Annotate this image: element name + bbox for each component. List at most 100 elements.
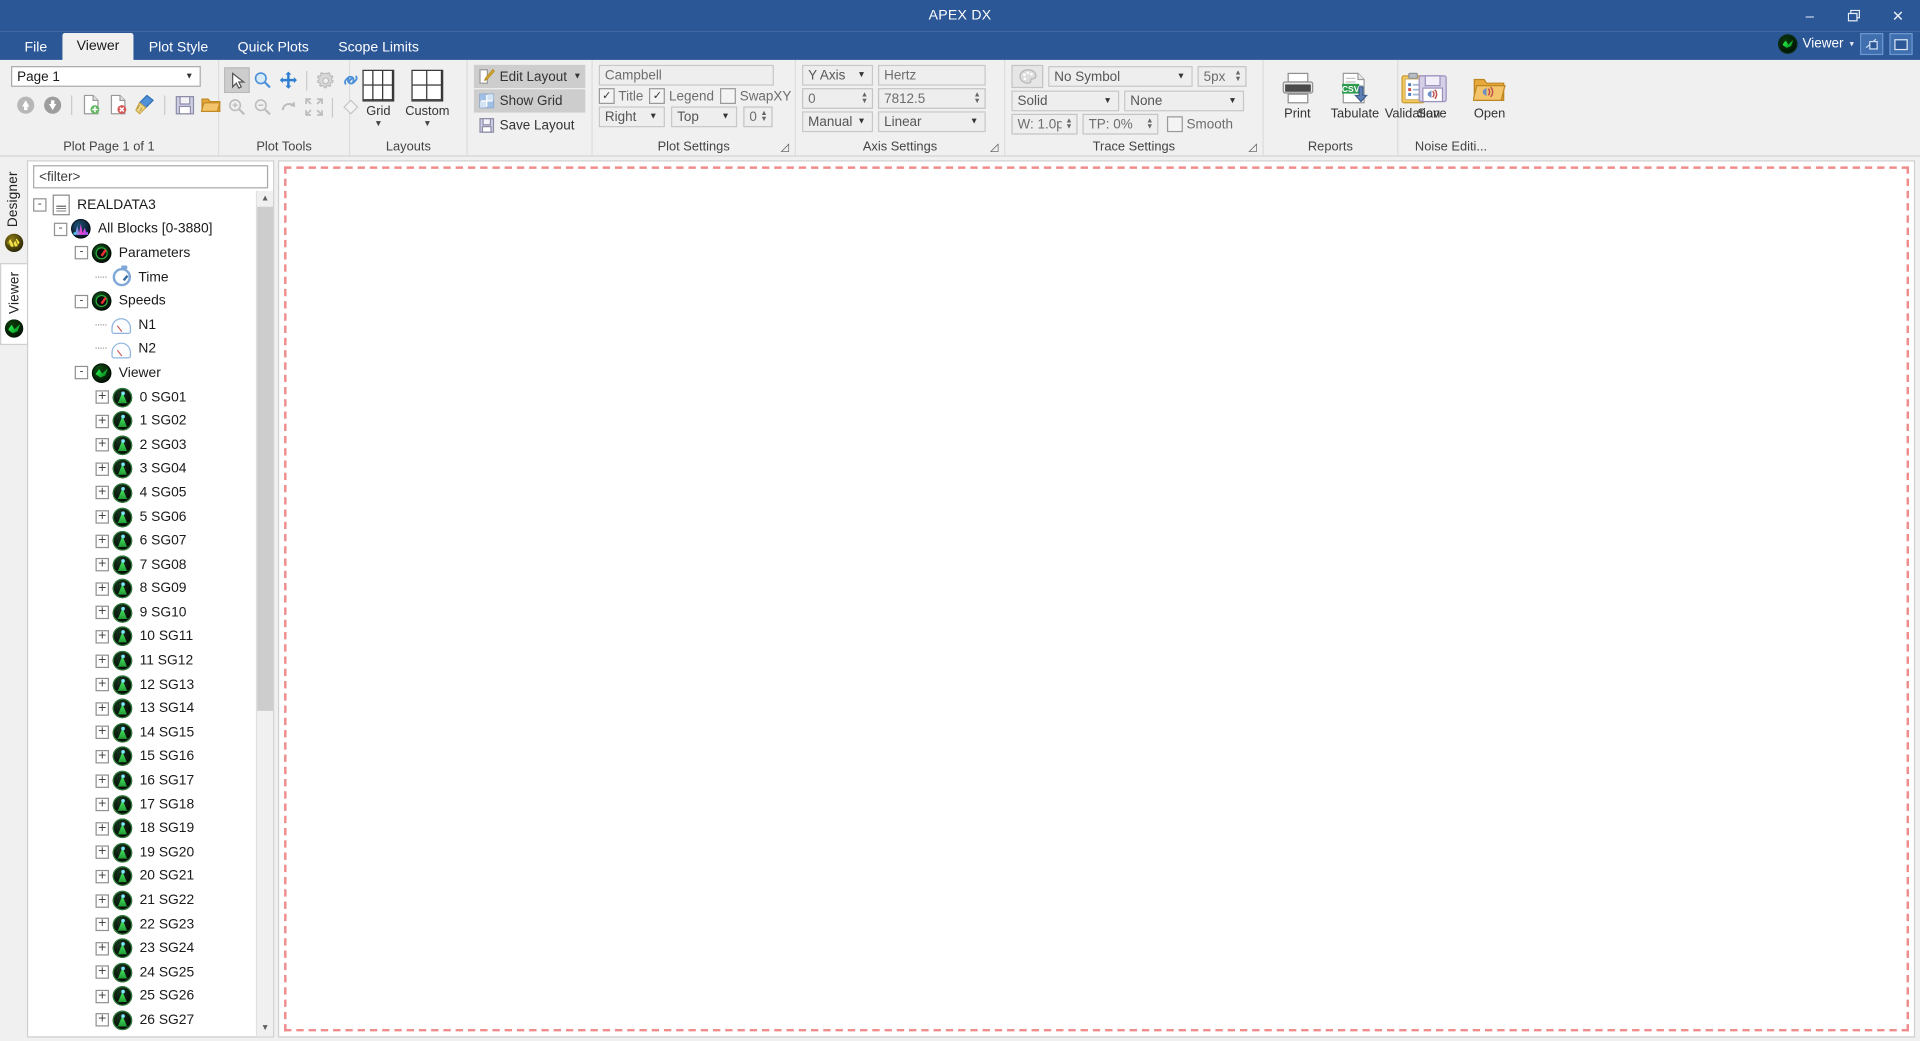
trace-fill-select[interactable]: None ▼: [1124, 90, 1245, 112]
trace-symbol-size-stepper[interactable]: 5px ▲ ▼: [1197, 66, 1247, 87]
tree-expander[interactable]: +: [95, 797, 109, 812]
stepper-arrows-icon[interactable]: ▲ ▼: [1142, 115, 1157, 133]
chevron-down-icon[interactable]: ▼: [181, 72, 197, 81]
plot-settings-dialog-launcher[interactable]: ◿: [779, 141, 791, 153]
tree-expander[interactable]: +: [95, 534, 109, 548]
stepper-arrows-icon[interactable]: ▲ ▼: [757, 108, 772, 126]
scroll-up-button[interactable]: ▲: [257, 190, 274, 207]
zoom-in-icon[interactable]: [225, 95, 248, 118]
zoom-tool-icon[interactable]: [251, 69, 274, 92]
axis-max-stepper[interactable]: 7812.5 ▲ ▼: [877, 88, 986, 109]
plot-canvas-container[interactable]: [277, 160, 1916, 1038]
chevron-down-icon[interactable]: ▼: [853, 117, 869, 126]
tree-expander[interactable]: +: [95, 510, 109, 524]
minimize-button[interactable]: –: [1788, 0, 1832, 32]
tree-node[interactable]: +14 SG15: [33, 721, 256, 745]
tree-expander[interactable]: +: [95, 390, 109, 404]
plot-title-input[interactable]: Campbell: [598, 64, 774, 86]
tree-node[interactable]: +15 SG16: [33, 745, 256, 769]
tree-expander[interactable]: +: [95, 845, 109, 860]
tree-node[interactable]: +6 SG07: [33, 529, 256, 553]
tree-node[interactable]: - REALDATA3: [33, 193, 256, 217]
tree-node[interactable]: - Parameters: [33, 241, 256, 265]
empty-plot-frame[interactable]: [284, 166, 1909, 1032]
chevron-down-icon[interactable]: ▼: [374, 120, 382, 129]
show-grid-button[interactable]: Show Grid: [473, 89, 586, 113]
tree-node[interactable]: +18 SG19: [33, 817, 256, 841]
trace-settings-dialog-launcher[interactable]: ◿: [1247, 141, 1259, 153]
scroll-down-button[interactable]: ▼: [257, 1020, 274, 1037]
tree-node[interactable]: +17 SG18: [33, 793, 256, 817]
axis-units-input[interactable]: Hertz: [877, 64, 986, 86]
ribbon-help-button[interactable]: [1860, 33, 1884, 56]
tree-node[interactable]: +11 SG12: [33, 649, 256, 673]
chevron-down-icon[interactable]: ▾: [1850, 39, 1854, 49]
tree-node[interactable]: +26 SG27: [33, 1008, 256, 1032]
tree-expander[interactable]: -: [74, 294, 89, 308]
tree-expander[interactable]: +: [95, 414, 109, 428]
legend-offset-stepper[interactable]: 0 ▲ ▼: [743, 106, 773, 128]
legend-horizontal-select[interactable]: Right ▼: [598, 106, 665, 128]
tree-expander[interactable]: +: [95, 749, 109, 764]
tree-node[interactable]: +5 SG06: [33, 505, 256, 529]
tree-node[interactable]: +4 SG05: [33, 481, 256, 505]
tree-node[interactable]: - Viewer: [33, 361, 256, 385]
tree-node[interactable]: +9 SG10: [33, 601, 256, 625]
zoom-out-icon[interactable]: [251, 95, 274, 118]
chevron-down-icon[interactable]: ▼: [573, 72, 581, 81]
axis-scale-type-select[interactable]: Linear ▼: [877, 111, 986, 133]
tree-node[interactable]: Time: [33, 265, 256, 289]
tree-expander[interactable]: +: [95, 606, 109, 620]
axis-min-stepper[interactable]: 0 ▲ ▼: [802, 88, 874, 109]
trace-line-style-select[interactable]: Solid ▼: [1011, 90, 1120, 112]
grid-layout-button[interactable]: Grid ▼: [356, 67, 400, 128]
trace-width-stepper[interactable]: W: 1.0px ▲▼: [1011, 113, 1078, 135]
custom-layout-button[interactable]: Custom ▼: [405, 67, 450, 129]
tree-expander[interactable]: +: [95, 965, 109, 980]
tree-expander[interactable]: +: [95, 821, 109, 836]
stepper-arrows-icon[interactable]: ▲ ▼: [1062, 115, 1077, 133]
move-page-up-icon[interactable]: [13, 93, 36, 116]
tree-expander[interactable]: +: [95, 678, 109, 692]
tree-expander[interactable]: -: [74, 366, 89, 380]
tab-file[interactable]: File: [10, 35, 62, 59]
title-checkbox[interactable]: ✓ Title: [598, 88, 643, 104]
tree-expander[interactable]: +: [95, 989, 109, 1004]
chevron-down-icon[interactable]: ▼: [645, 113, 661, 122]
tree-node[interactable]: +24 SG25: [33, 960, 256, 984]
tree-expander[interactable]: +: [95, 893, 109, 908]
tree-expander[interactable]: +: [95, 725, 109, 740]
tree-node[interactable]: +2 SG03: [33, 433, 256, 457]
tree-node[interactable]: +3 SG04: [33, 457, 256, 481]
side-tab-designer[interactable]: Designer: [0, 164, 27, 258]
trace-symbol-select[interactable]: No Symbol ▼: [1048, 66, 1193, 87]
add-page-icon[interactable]: [80, 93, 103, 116]
legend-checkbox[interactable]: ✓ Legend: [649, 88, 714, 104]
tree-node[interactable]: +10 SG11: [33, 625, 256, 649]
tree-expander[interactable]: +: [95, 486, 109, 500]
chevron-down-icon[interactable]: ▼: [853, 71, 869, 80]
tree-node[interactable]: +20 SG21: [33, 865, 256, 889]
tree-node[interactable]: +0 SG01: [33, 385, 256, 409]
chevron-down-icon[interactable]: ▼: [1225, 97, 1241, 106]
tree-expander[interactable]: +: [95, 869, 109, 884]
stepper-arrows-icon[interactable]: ▲ ▼: [857, 89, 872, 107]
tree-expander[interactable]: +: [95, 773, 109, 788]
close-button[interactable]: ✕: [1876, 0, 1920, 32]
tree-node[interactable]: +22 SG23: [33, 913, 256, 937]
tree-node[interactable]: +23 SG24: [33, 936, 256, 960]
tree-expander[interactable]: +: [95, 654, 109, 668]
noise-open-button[interactable]: Open: [1462, 65, 1517, 121]
scrollbar-thumb[interactable]: [257, 206, 274, 712]
axis-scale-mode-select[interactable]: Manual ▼: [802, 111, 874, 133]
trace-color-palette-button[interactable]: [1011, 64, 1044, 89]
edit-layout-button[interactable]: Edit Layout ▼: [473, 64, 586, 89]
tree-node[interactable]: +7 SG08: [33, 553, 256, 577]
tree-expander[interactable]: -: [74, 246, 89, 260]
chevron-down-icon[interactable]: ▼: [1173, 72, 1189, 81]
tree-vertical-scrollbar[interactable]: ▲ ▼: [255, 190, 274, 1037]
save-layout-button[interactable]: Save Layout: [474, 114, 585, 137]
chevron-down-icon[interactable]: ▼: [423, 120, 431, 129]
tree-node[interactable]: N1: [33, 313, 256, 337]
tree-expander[interactable]: -: [53, 222, 68, 237]
